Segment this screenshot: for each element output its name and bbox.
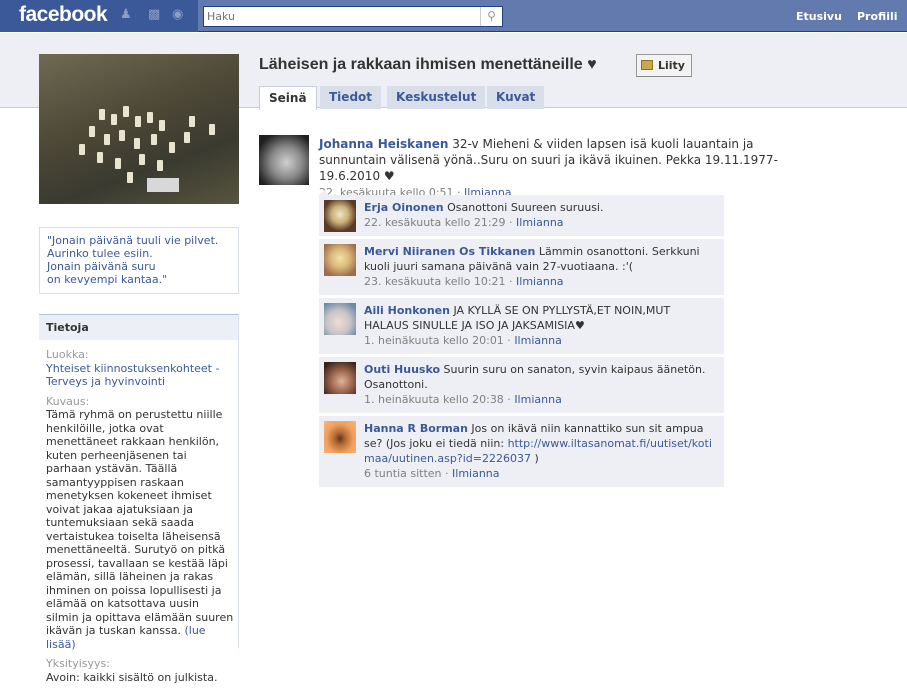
post-author[interactable]: Johanna Heiskanen bbox=[319, 137, 448, 151]
comment-author[interactable]: Erja Oinonen bbox=[364, 201, 444, 214]
commenter-avatar[interactable] bbox=[324, 200, 356, 232]
report-link[interactable]: Ilmianna bbox=[516, 216, 564, 229]
messages-icon[interactable]: ▩ bbox=[148, 8, 162, 22]
comment: Mervi Niiranen Os Tikkanen Lämmin osanot… bbox=[319, 239, 724, 295]
category-separator: - bbox=[212, 361, 220, 375]
report-link[interactable]: Ilmianna bbox=[452, 467, 500, 480]
tab-info[interactable]: Tiedot bbox=[320, 86, 382, 109]
notifications-globe-icon[interactable]: ◉ bbox=[172, 8, 186, 22]
commenter-avatar[interactable] bbox=[324, 362, 356, 394]
description-text: Tämä ryhmä on perustettu niille henkilöi… bbox=[46, 408, 234, 637]
commenter-avatar[interactable] bbox=[324, 244, 356, 276]
comment-list: Erja Oinonen Osanottoni Suureen suruusi.… bbox=[319, 190, 724, 490]
privacy-label: Yksityisyys: bbox=[46, 657, 110, 670]
join-button[interactable]: Liity bbox=[636, 54, 692, 77]
author-avatar[interactable] bbox=[259, 135, 309, 185]
info-header: Tietoja bbox=[39, 314, 238, 340]
category-label: Luokka: bbox=[46, 348, 89, 361]
nav-profile[interactable]: Profiili bbox=[857, 10, 898, 23]
comment-time: 6 tuntia sitten bbox=[364, 467, 442, 480]
commenter-avatar[interactable] bbox=[324, 421, 356, 453]
search-input[interactable] bbox=[204, 7, 479, 26]
description-label: Kuvaus: bbox=[46, 394, 90, 408]
comment: Outi Huusko Suurin suru on sanaton, syvi… bbox=[319, 357, 724, 413]
privacy-text: Avoin: kaikki sisältö on julkista. bbox=[46, 670, 218, 684]
commenter-avatar[interactable] bbox=[324, 303, 356, 335]
quote-line: "Jonain päivänä tuuli vie pilvet. bbox=[47, 234, 219, 247]
tab-wall[interactable]: Seinä bbox=[259, 86, 317, 110]
comment-author[interactable]: Mervi Niiranen Os Tikkanen bbox=[364, 245, 535, 258]
join-label: Liity bbox=[658, 59, 685, 72]
comment-text: Osanottoni Suureen suruusi. bbox=[443, 201, 604, 214]
quote-line: Aurinko tulee esiin. bbox=[47, 247, 153, 260]
comment-time: 23. kesäkuuta kello 10:21 bbox=[364, 275, 506, 288]
tab-discussions[interactable]: Keskustelut bbox=[387, 86, 486, 109]
comment: Hanna R Borman Jos on ikävä niin kannatt… bbox=[319, 416, 724, 487]
tab-photos[interactable]: Kuvat bbox=[487, 86, 545, 109]
comment: Aili Honkonen JA KYLLÄ SE ON PYLLYSTÄ,ET… bbox=[319, 298, 724, 354]
comment-author[interactable]: Aili Honkonen bbox=[364, 304, 450, 317]
group-title: Läheisen ja rakkaan ihmisen menettäneill… bbox=[259, 56, 597, 73]
comment: Erja Oinonen Osanottoni Suureen suruusi.… bbox=[319, 195, 724, 236]
quote-line: on kevyempi kantaa." bbox=[47, 273, 168, 286]
search-icon[interactable]: ⚲ bbox=[480, 7, 502, 26]
top-bar: facebook ♟ ▩ ◉ ⚲ Etusivu Profiili bbox=[0, 0, 907, 32]
facebook-logo[interactable]: facebook bbox=[19, 3, 108, 27]
comment-author[interactable]: Hanna R Borman bbox=[364, 422, 468, 435]
comment-time: 1. heinäkuuta kello 20:38 bbox=[364, 393, 504, 406]
comment-time: 22. kesäkuuta kello 21:29 bbox=[364, 216, 506, 229]
comment-author[interactable]: Outi Huusko bbox=[364, 363, 440, 376]
report-link[interactable]: Ilmianna bbox=[514, 334, 562, 347]
quote-line: Jonain päivänä suru bbox=[47, 260, 156, 273]
info-box: Tietoja Luokka: Yhteiset kiinnostuksenko… bbox=[39, 314, 239, 684]
friend-requests-icon[interactable]: ♟ bbox=[120, 8, 134, 22]
nav-home[interactable]: Etusivu bbox=[796, 10, 842, 23]
subcategory-link[interactable]: Terveys ja hyvinvointi bbox=[46, 375, 165, 388]
category-link[interactable]: Yhteiset kiinnostuksenkohteet bbox=[46, 362, 212, 375]
report-link[interactable]: Ilmianna bbox=[514, 393, 562, 406]
group-quote: "Jonain päivänä tuuli vie pilvet. Aurink… bbox=[39, 227, 239, 294]
join-group-icon bbox=[641, 60, 653, 70]
report-link[interactable]: Ilmianna bbox=[516, 275, 564, 288]
comment-time: 1. heinäkuuta kello 20:01 bbox=[364, 334, 504, 347]
comment-text-end: ) bbox=[530, 452, 539, 465]
group-photo[interactable] bbox=[39, 54, 239, 204]
search-box: ⚲ bbox=[203, 6, 503, 27]
